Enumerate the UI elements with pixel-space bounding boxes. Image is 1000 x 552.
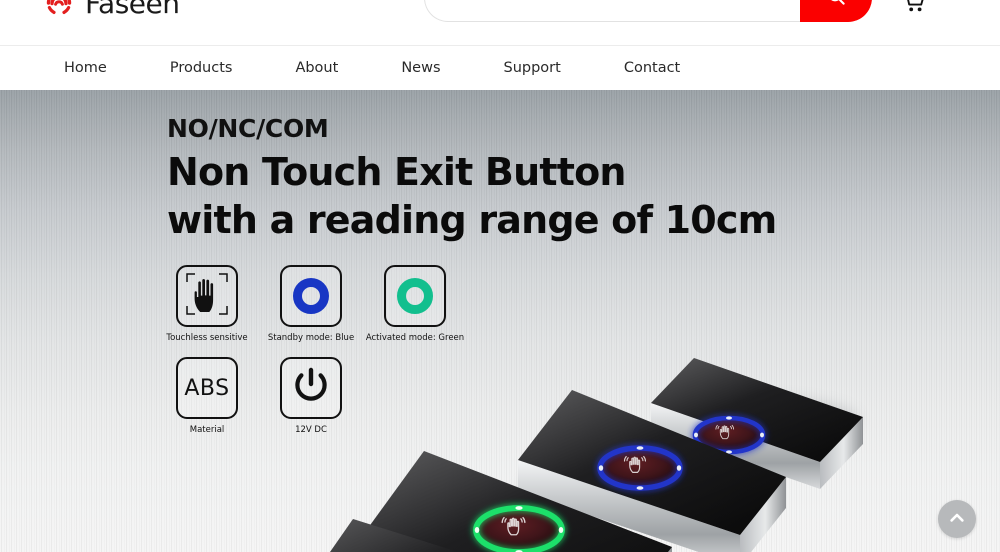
hero-banner: NO/NC/COM Non Touch Exit Button with a r…: [0, 90, 1000, 552]
swirl-logo-icon: [42, 0, 76, 20]
nav-item-support[interactable]: Support: [486, 60, 579, 76]
search-button[interactable]: [800, 0, 872, 22]
sensor-ring: [473, 505, 565, 552]
nav-item-home[interactable]: Home: [46, 60, 125, 76]
nav-item-products[interactable]: Products: [152, 60, 251, 76]
nav-item-contact[interactable]: Contact: [606, 60, 698, 76]
shopping-cart-icon: [902, 0, 927, 18]
chevron-up-icon: [947, 508, 967, 531]
search-input[interactable]: [424, 0, 800, 22]
search-icon: [827, 0, 846, 9]
site-header: Faseen: [0, 0, 1000, 46]
product-image-group: [0, 90, 1000, 552]
search-bar[interactable]: [424, 0, 872, 22]
brand-logo[interactable]: Faseen: [42, 0, 180, 20]
nav-item-about[interactable]: About: [277, 60, 356, 76]
sensor-ring: [597, 445, 683, 491]
brand-name: Faseen: [85, 0, 180, 20]
main-navigation: Home Products About News Support Contact: [0, 46, 1000, 90]
cart-button[interactable]: [898, 0, 930, 20]
scroll-to-top-button[interactable]: [938, 500, 976, 538]
nav-item-news[interactable]: News: [383, 60, 458, 76]
